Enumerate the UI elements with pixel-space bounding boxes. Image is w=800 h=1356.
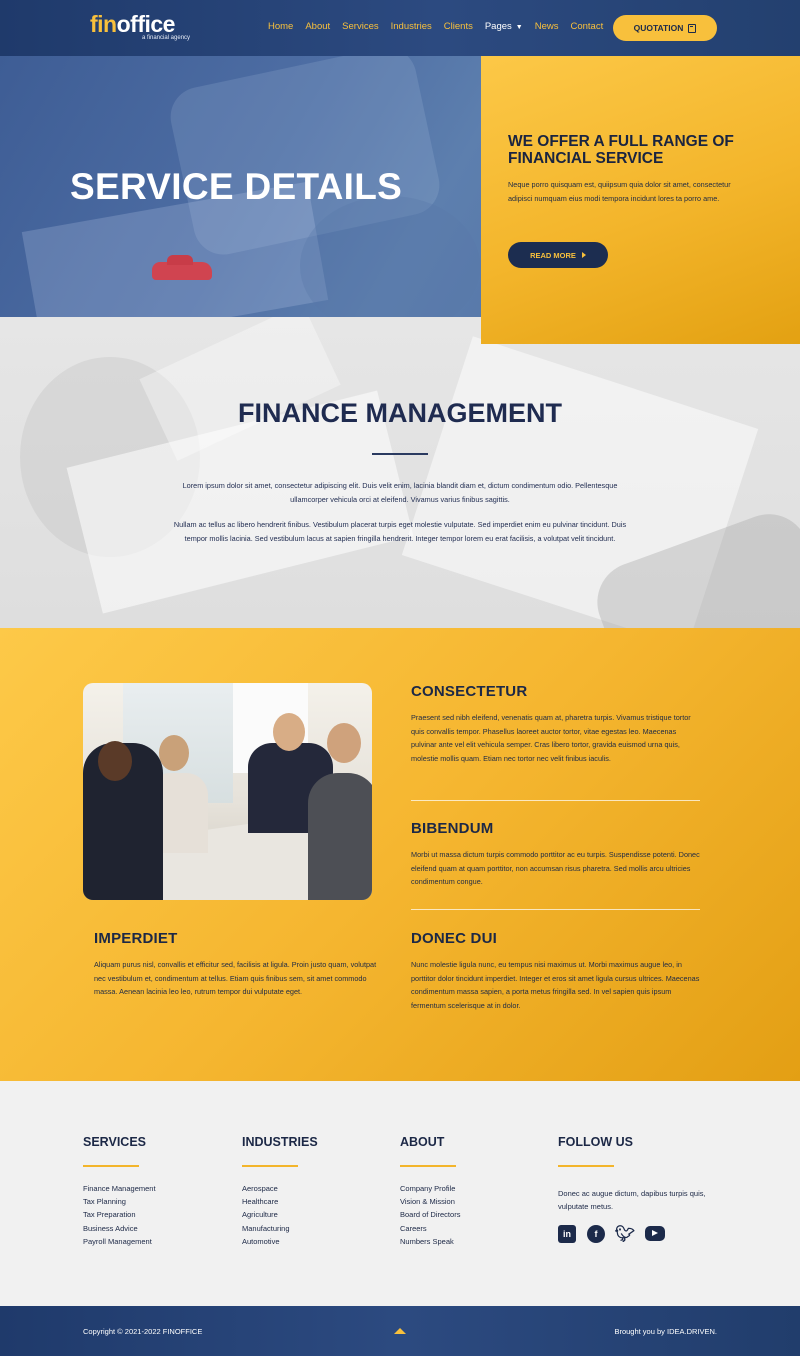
section-paragraph: Nullam ac tellus ac libero hendrerit fin… xyxy=(173,520,627,543)
footer-link[interactable]: Aerospace xyxy=(242,1182,392,1195)
feature-title: DONEC DUI xyxy=(411,930,497,947)
footer-col-follow: FOLLOW US Donec ac augue dictum, dapibus… xyxy=(558,1135,718,1243)
footer-col-industries: INDUSTRIES Aerospace Healthcare Agricult… xyxy=(242,1135,392,1249)
feature-title: CONSECTETUR xyxy=(411,683,528,700)
footer-link[interactable]: Finance Management xyxy=(83,1182,233,1195)
footer-link[interactable]: Tax Planning xyxy=(83,1195,233,1208)
quotation-button[interactable]: QUOTATION xyxy=(613,15,717,41)
offer-card: WE OFFER A FULL RANGE OF FINANCIAL SERVI… xyxy=(481,56,800,344)
photo-person-head xyxy=(273,713,305,751)
business-meeting-photo xyxy=(83,683,372,900)
feature-text: Morbi ut massa dictum turpis commodo por… xyxy=(411,850,700,887)
footer-link[interactable]: Manufacturing xyxy=(242,1222,392,1235)
nav-item-industries[interactable]: Industries xyxy=(391,21,432,32)
footer-link[interactable]: Tax Preparation xyxy=(83,1208,233,1221)
footer-link[interactable]: Vision & Mission xyxy=(400,1195,550,1208)
nav-item-contact[interactable]: Contact xyxy=(570,21,603,32)
footer-link[interactable]: Payroll Management xyxy=(83,1235,233,1248)
caret-right-icon xyxy=(581,252,586,258)
social-links: in f 🐦︎ xyxy=(558,1224,718,1243)
feature-text: Nunc molestie ligula nunc, eu tempus nis… xyxy=(411,960,700,1010)
footer-link[interactable]: Automotive xyxy=(242,1235,392,1248)
footer: SERVICES Finance Management Tax Planning… xyxy=(0,1081,800,1306)
footer-col-title: SERVICES xyxy=(83,1135,146,1149)
top-navbar: finoffice a financial agency Home About … xyxy=(0,0,800,56)
footer-col-title: ABOUT xyxy=(400,1135,445,1149)
nav-item-pages[interactable]: Pages ▼ xyxy=(485,21,523,32)
nav-item-news[interactable]: News xyxy=(535,21,559,32)
copyright-bar: Copyright © 2021-2022 FINOFFICE Brought … xyxy=(0,1306,800,1356)
twitter-icon[interactable]: 🐦︎ xyxy=(615,1225,635,1243)
feature-divider xyxy=(411,800,700,801)
photo-person xyxy=(308,773,372,900)
footer-divider xyxy=(400,1165,456,1167)
feature-text: Praesent sed nibh eleifend, venenatis qu… xyxy=(411,713,691,763)
nav-item-clients[interactable]: Clients xyxy=(444,21,473,32)
feature-text: Aliquam purus nisl, convallis et efficit… xyxy=(94,960,377,997)
footer-link[interactable]: Healthcare xyxy=(242,1195,392,1208)
quotation-button-label: QUOTATION xyxy=(633,23,684,33)
footer-col-services: SERVICES Finance Management Tax Planning… xyxy=(83,1135,233,1249)
photo-person-head xyxy=(98,741,132,781)
footer-divider xyxy=(242,1165,298,1167)
page-title: SERVICE DETAILS xyxy=(70,166,403,207)
footer-link[interactable]: Agriculture xyxy=(242,1208,392,1221)
nav-item-about[interactable]: About xyxy=(305,21,330,32)
section-title: FINANCE MANAGEMENT xyxy=(238,398,562,428)
brand-logo[interactable]: finoffice a financial agency xyxy=(90,11,190,41)
title-divider xyxy=(372,453,428,455)
offer-title: WE OFFER A FULL RANGE OF FINANCIAL SERVI… xyxy=(508,133,734,167)
logo-text-fin: fin xyxy=(90,11,117,37)
copyright-text: Copyright © 2021-2022 FINOFFICE xyxy=(83,1327,203,1336)
read-more-label: READ MORE xyxy=(530,250,576,260)
chevron-down-icon: ▼ xyxy=(515,24,523,31)
calculator-icon xyxy=(688,23,697,33)
nav-item-pages-label: Pages xyxy=(484,21,512,32)
feature-title: BIBENDUM xyxy=(411,820,494,837)
toy-car-image xyxy=(152,255,212,280)
nav-item-home[interactable]: Home xyxy=(268,21,293,32)
finance-management-section: FINANCE MANAGEMENT Lorem ipsum dolor sit… xyxy=(0,317,800,628)
credit-text: Brought you by IDEA.DRIVEN. xyxy=(614,1327,717,1336)
footer-link[interactable]: Careers xyxy=(400,1222,550,1235)
scroll-to-top-icon[interactable] xyxy=(394,1328,406,1334)
logo-tagline: a financial agency xyxy=(142,35,191,41)
footer-link[interactable]: Numbers Speak xyxy=(400,1235,550,1248)
feature-title: IMPERDIET xyxy=(94,930,178,947)
logo-text-office: office xyxy=(116,11,176,37)
photo-person-head xyxy=(159,735,189,771)
main-menu: Home About Services Industries Clients P… xyxy=(268,21,615,32)
footer-link[interactable]: Company Profile xyxy=(400,1182,550,1195)
footer-col-title: INDUSTRIES xyxy=(242,1135,318,1149)
follow-text: Donec ac augue dictum, dapibus turpis qu… xyxy=(558,1188,706,1212)
offer-text: Neque porro quisquam est, quiipsum quia … xyxy=(508,180,731,203)
footer-link[interactable]: Board of Directors xyxy=(400,1208,550,1221)
footer-divider xyxy=(83,1165,139,1167)
section-paragraph: Lorem ipsum dolor sit amet, consectetur … xyxy=(182,481,618,504)
read-more-button[interactable]: READ MORE xyxy=(508,242,608,268)
footer-link[interactable]: Business Advice xyxy=(83,1222,233,1235)
footer-divider xyxy=(558,1165,614,1167)
footer-col-about: ABOUT Company Profile Vision & Mission B… xyxy=(400,1135,550,1249)
nav-item-services[interactable]: Services xyxy=(342,21,378,32)
linkedin-icon[interactable]: in xyxy=(558,1224,576,1243)
photo-person-head xyxy=(327,723,361,763)
youtube-icon[interactable] xyxy=(645,1225,665,1241)
facebook-icon[interactable]: f xyxy=(587,1224,605,1243)
features-section: CONSECTETUR Praesent sed nibh eleifend, … xyxy=(0,628,800,1081)
footer-col-title: FOLLOW US xyxy=(558,1135,633,1149)
feature-divider xyxy=(411,909,700,910)
